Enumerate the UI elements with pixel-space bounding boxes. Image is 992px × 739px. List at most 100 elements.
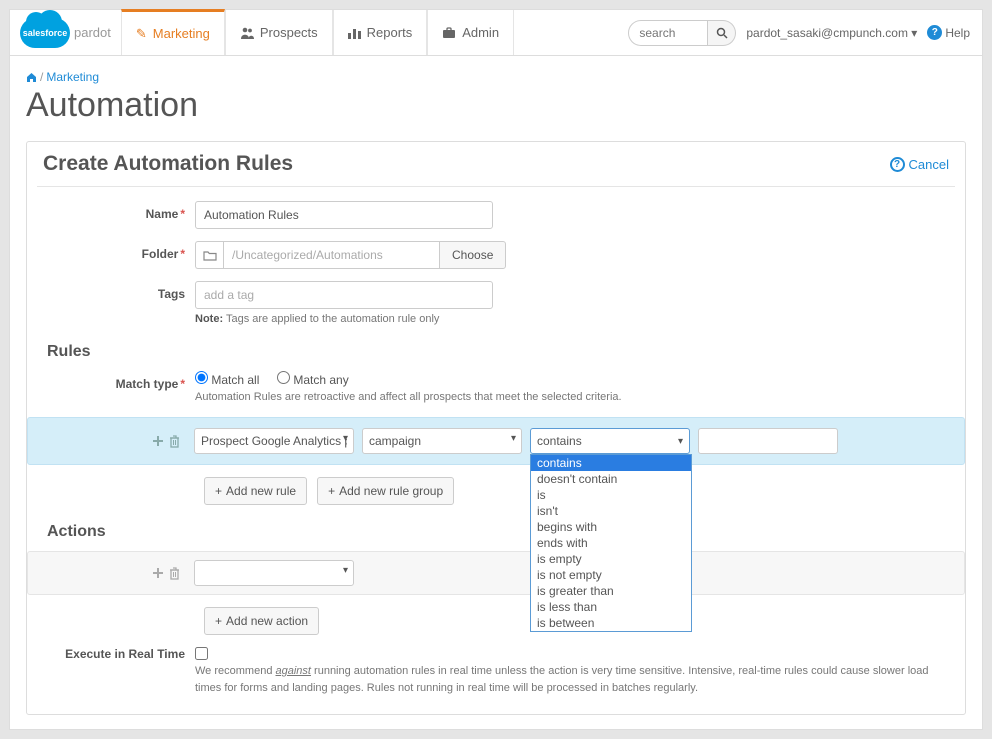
crumb-section[interactable]: Marketing <box>46 70 99 84</box>
plus-icon: + <box>215 484 222 498</box>
operator-option[interactable]: begins with <box>531 519 691 535</box>
search-button[interactable] <box>708 20 736 46</box>
tab-reports[interactable]: Reports <box>333 10 428 55</box>
pencil-icon: ✎ <box>136 26 147 42</box>
name-input[interactable] <box>195 201 493 229</box>
cancel-label: Cancel <box>909 157 949 172</box>
execute-row: Execute in Real Time We recommend agains… <box>43 647 949 696</box>
operator-option[interactable]: is <box>531 487 691 503</box>
tab-marketing[interactable]: ✎ Marketing <box>121 9 225 55</box>
name-label: Name* <box>43 201 195 221</box>
execute-label: Execute in Real Time <box>43 647 195 661</box>
operator-selected-display: contains ▾ <box>531 429 689 453</box>
trash-icon[interactable] <box>169 435 180 448</box>
user-email: pardot_sasaki@cmpunch.com <box>746 26 908 40</box>
rule-param-select[interactable]: campaign <box>362 428 522 454</box>
action-row <box>27 551 965 595</box>
question-icon: ? <box>890 157 905 172</box>
question-icon: ? <box>927 25 942 40</box>
folder-icon <box>195 241 223 269</box>
execute-note: We recommend against running automation … <box>195 663 949 696</box>
content: / Marketing Automation Create Automation… <box>10 56 982 729</box>
match-options: Match all Match any <box>195 371 622 387</box>
users-icon <box>240 27 254 39</box>
chevron-down-icon: ▾ <box>678 436 683 447</box>
tab-admin[interactable]: Admin <box>427 10 514 55</box>
match-row: Match type* Match all Match any Automati… <box>43 371 949 403</box>
operator-option[interactable]: is greater than <box>531 583 691 599</box>
tags-label: Tags <box>43 281 195 301</box>
tab-label: Reports <box>367 25 413 40</box>
plus-icon[interactable] <box>152 435 164 447</box>
btn-label: Add new rule group <box>339 484 443 498</box>
match-any-option[interactable]: Match any <box>277 373 349 387</box>
search-input[interactable] <box>628 20 708 46</box>
chart-icon <box>348 27 361 39</box>
tab-label: Prospects <box>260 25 318 40</box>
match-any-radio[interactable] <box>277 371 290 384</box>
panel-title: Create Automation Rules <box>43 152 293 176</box>
brand-sub: pardot <box>74 25 111 40</box>
add-rule-group-button[interactable]: + Add new rule group <box>317 477 454 505</box>
actions-heading: Actions <box>47 523 949 541</box>
add-action-button[interactable]: + Add new action <box>204 607 319 635</box>
help-link[interactable]: ? Help <box>927 25 970 40</box>
operator-option[interactable]: is empty <box>531 551 691 567</box>
rule-value-input[interactable] <box>698 428 838 454</box>
rule-row-controls <box>28 435 180 448</box>
name-row: Name* <box>43 201 949 229</box>
plus-icon[interactable] <box>152 567 164 579</box>
help-label: Help <box>945 26 970 40</box>
trash-icon[interactable] <box>169 567 180 580</box>
operator-option[interactable]: is less than <box>531 599 691 615</box>
panel-header: Create Automation Rules ? Cancel <box>37 152 955 187</box>
page-title: Automation <box>26 86 966 125</box>
search-icon <box>716 27 728 39</box>
action-row-controls <box>28 567 180 580</box>
home-icon[interactable] <box>26 72 37 83</box>
tags-input[interactable] <box>195 281 493 309</box>
operator-option[interactable]: contains <box>531 455 691 471</box>
action-select[interactable] <box>194 560 354 586</box>
breadcrumb: / Marketing <box>26 70 966 84</box>
tags-note: Note: Tags are applied to the automation… <box>195 313 493 325</box>
operator-option[interactable]: doesn't contain <box>531 471 691 487</box>
add-rule-button[interactable]: + Add new rule <box>204 477 307 505</box>
plus-icon: + <box>328 484 335 498</box>
match-all-radio[interactable] <box>195 371 208 384</box>
rule-row: Prospect Google Analytics pa campaign co… <box>27 417 965 465</box>
logo: salesforce pardot <box>10 10 121 55</box>
folder-label: Folder* <box>43 241 195 261</box>
operator-option[interactable]: ends with <box>531 535 691 551</box>
execute-checkbox[interactable] <box>195 647 208 660</box>
btn-label: Add new action <box>226 614 308 628</box>
top-nav: salesforce pardot ✎ Marketing Prospects … <box>10 10 982 56</box>
operator-dropdown-list: contains doesn't contain is isn't begins… <box>530 454 692 632</box>
operator-option[interactable]: isn't <box>531 503 691 519</box>
chevron-down-icon: ▾ <box>911 26 917 40</box>
app-frame: salesforce pardot ✎ Marketing Prospects … <box>10 10 982 729</box>
operator-option[interactable]: is between <box>531 615 691 631</box>
cancel-link[interactable]: ? Cancel <box>890 157 949 172</box>
tab-prospects[interactable]: Prospects <box>225 10 333 55</box>
choose-button[interactable]: Choose <box>439 241 506 269</box>
match-all-option[interactable]: Match all <box>195 373 259 387</box>
operator-option[interactable]: is not empty <box>531 567 691 583</box>
folder-path <box>223 241 439 269</box>
top-right: pardot_sasaki@cmpunch.com ▾ ? Help <box>628 10 982 55</box>
rules-heading: Rules <box>47 343 949 361</box>
user-menu[interactable]: pardot_sasaki@cmpunch.com ▾ <box>746 26 917 40</box>
folder-group: Choose <box>195 241 506 269</box>
tab-label: Marketing <box>153 26 210 41</box>
rule-field-select[interactable]: Prospect Google Analytics pa <box>194 428 354 454</box>
tags-row: Tags Note: Tags are applied to the autom… <box>43 281 949 325</box>
briefcase-icon <box>442 27 456 39</box>
search <box>628 20 736 46</box>
btn-label: Add new rule <box>226 484 296 498</box>
folder-row: Folder* Choose <box>43 241 949 269</box>
tab-label: Admin <box>462 25 499 40</box>
rule-operator-select[interactable]: contains ▾ contains doesn't contain is i… <box>530 428 690 454</box>
plus-icon: + <box>215 614 222 628</box>
crumb-sep: / <box>40 70 43 84</box>
match-hint: Automation Rules are retroactive and aff… <box>195 391 622 403</box>
